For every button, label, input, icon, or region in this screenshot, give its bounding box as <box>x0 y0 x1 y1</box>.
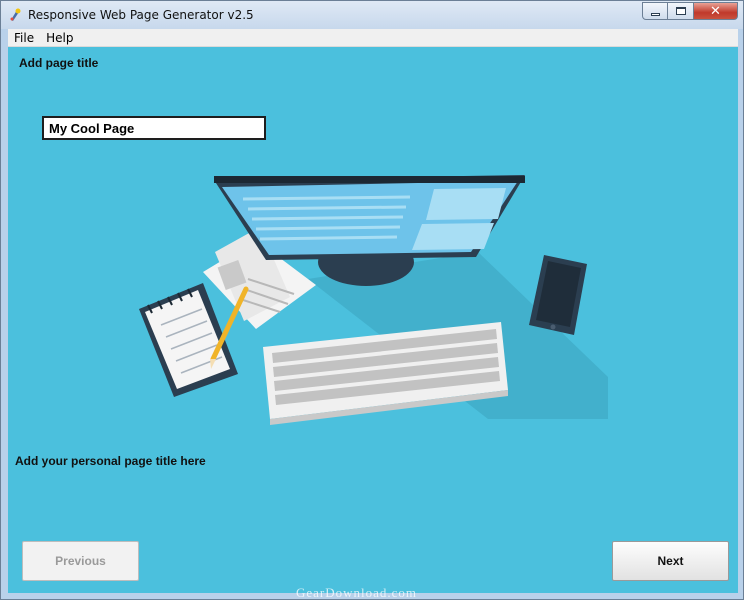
menu-bar: File Help <box>8 29 738 47</box>
maximize-icon <box>675 7 686 15</box>
keyboard-icon <box>263 322 508 425</box>
next-button[interactable]: Next <box>612 541 729 581</box>
close-button[interactable]: ✕ <box>694 2 738 20</box>
page-title-input[interactable] <box>42 116 266 140</box>
minimize-button[interactable] <box>642 2 668 20</box>
phone-icon <box>529 255 587 335</box>
app-window: Responsive Web Page Generator v2.5 ✕ Fil… <box>0 0 744 600</box>
main-panel: Add page title Add your personal page ti… <box>8 47 738 593</box>
page-title-hint: Add your personal page title here <box>15 454 206 468</box>
window-title: Responsive Web Page Generator v2.5 <box>28 8 254 22</box>
app-icon <box>10 8 21 21</box>
minimize-icon <box>650 12 660 16</box>
page-title-heading: Add page title <box>19 56 99 70</box>
watermark: GearDownload.com <box>296 585 418 600</box>
menu-file[interactable]: File <box>8 31 40 45</box>
close-icon: ✕ <box>710 3 721 19</box>
previous-button[interactable]: Previous <box>22 541 139 581</box>
menu-help[interactable]: Help <box>40 31 79 45</box>
title-bar[interactable]: Responsive Web Page Generator v2.5 ✕ <box>1 1 743 29</box>
maximize-button[interactable] <box>668 2 694 20</box>
window-controls: ✕ <box>642 2 738 21</box>
